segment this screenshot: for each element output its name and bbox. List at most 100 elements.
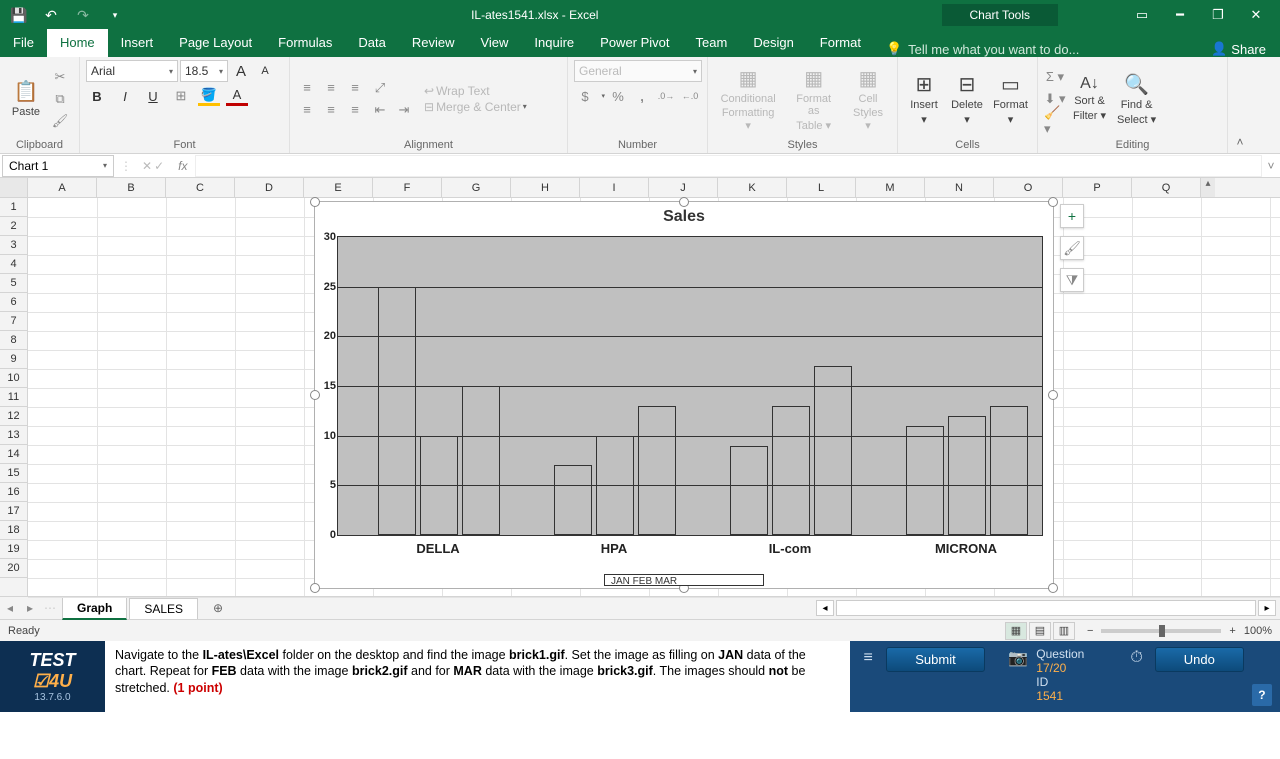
bold-button[interactable]: B xyxy=(86,86,108,106)
minimize-icon[interactable]: ━ xyxy=(1166,1,1194,29)
column-header[interactable]: D xyxy=(235,178,304,197)
hscroll-left-icon[interactable]: ◂ xyxy=(816,600,834,616)
undo-icon[interactable]: ↶ xyxy=(38,2,64,28)
chart-bar[interactable] xyxy=(378,287,416,535)
row-header[interactable]: 17 xyxy=(0,502,27,521)
column-header[interactable]: N xyxy=(925,178,994,197)
column-header[interactable]: K xyxy=(718,178,787,197)
row-header[interactable]: 3 xyxy=(0,236,27,255)
format-painter-icon[interactable]: 🖌 xyxy=(49,111,71,131)
chart-bar[interactable] xyxy=(554,465,592,535)
chart-elements-button[interactable]: + xyxy=(1060,204,1084,228)
row-header[interactable]: 13 xyxy=(0,426,27,445)
row-header[interactable]: 5 xyxy=(0,274,27,293)
page-break-view-icon[interactable]: ▥ xyxy=(1053,622,1075,640)
expand-formula-bar-icon[interactable]: ˅ xyxy=(1262,159,1280,173)
tab-data[interactable]: Data xyxy=(345,29,398,57)
tab-power-pivot[interactable]: Power Pivot xyxy=(587,29,682,57)
scroll-up-icon[interactable]: ▴ xyxy=(1201,178,1215,197)
chart-category-label[interactable]: MICRONA xyxy=(896,535,1036,556)
chart-category-label[interactable]: HPA xyxy=(544,535,684,556)
horizontal-scrollbar[interactable]: ◂ ▸ xyxy=(230,600,1280,616)
menu-icon[interactable]: ≡ xyxy=(858,647,878,669)
delete-cells-button[interactable]: ⊟Delete▾ xyxy=(947,70,987,128)
redo-icon[interactable]: ↷ xyxy=(70,2,96,28)
sort-filter-button[interactable]: A↓Sort &Filter ▾ xyxy=(1069,73,1110,124)
sheet-nav-last-icon[interactable]: ▸ xyxy=(20,601,40,615)
row-header[interactable]: 19 xyxy=(0,540,27,559)
tab-view[interactable]: View xyxy=(467,29,521,57)
help-button[interactable]: ? xyxy=(1252,684,1272,706)
chart-bar[interactable] xyxy=(462,386,500,535)
paste-button[interactable]: 📋 Paste xyxy=(6,77,46,120)
chart-bar[interactable] xyxy=(814,366,852,535)
timer-icon[interactable]: ⏱ xyxy=(1126,647,1146,669)
format-cells-button[interactable]: ▭Format▾ xyxy=(990,70,1031,128)
sheet-nav-first-icon[interactable]: ◂ xyxy=(0,601,20,615)
insert-cells-button[interactable]: ⊞Insert▾ xyxy=(904,70,944,128)
chart-y-axis[interactable]: 051015202530 xyxy=(320,237,336,535)
row-header[interactable]: 16 xyxy=(0,483,27,502)
hscroll-right-icon[interactable]: ▸ xyxy=(1258,600,1276,616)
tab-design[interactable]: Design xyxy=(740,29,806,57)
zoom-out-icon[interactable]: − xyxy=(1087,625,1093,637)
zoom-level-label[interactable]: 100% xyxy=(1244,625,1272,637)
ribbon-display-icon[interactable]: ▭ xyxy=(1128,1,1156,29)
share-button[interactable]: 👤 Share xyxy=(1197,41,1280,57)
hscroll-track[interactable] xyxy=(836,600,1256,616)
name-box[interactable]: Chart 1▾ xyxy=(2,155,114,177)
column-header[interactable]: H xyxy=(511,178,580,197)
chart-plot-area[interactable]: 051015202530 DELLAHPAIL-comMICRONA xyxy=(337,236,1043,536)
row-header[interactable]: 15 xyxy=(0,464,27,483)
camera-icon[interactable]: 📷 xyxy=(1008,647,1028,669)
new-sheet-button[interactable]: ⊕ xyxy=(206,601,230,615)
font-color-icon[interactable]: A xyxy=(226,86,248,106)
row-header[interactable]: 11 xyxy=(0,388,27,407)
row-header[interactable]: 8 xyxy=(0,331,27,350)
chart-category-label[interactable]: IL-com xyxy=(720,535,860,556)
sheet-nav-more-icon[interactable]: ⋯ xyxy=(40,601,60,615)
submit-button[interactable]: Submit xyxy=(886,647,984,672)
tab-home[interactable]: Home xyxy=(47,29,108,57)
chart-styles-button[interactable]: 🖌 xyxy=(1060,236,1084,260)
row-header[interactable]: 9 xyxy=(0,350,27,369)
sheet-tab-sales[interactable]: SALES xyxy=(129,598,198,619)
grow-font-icon[interactable]: A xyxy=(230,61,252,81)
chart-bar[interactable] xyxy=(730,446,768,535)
column-header[interactable]: F xyxy=(373,178,442,197)
cut-icon[interactable]: ✂ xyxy=(49,67,71,87)
qat-customize-icon[interactable]: ▾ xyxy=(102,2,128,28)
tab-formulas[interactable]: Formulas xyxy=(265,29,345,57)
column-header[interactable]: J xyxy=(649,178,718,197)
zoom-in-icon[interactable]: + xyxy=(1229,625,1235,637)
chart-object[interactable]: Sales 051015202530 DELLAHPAIL-comMICRONA… xyxy=(314,201,1054,589)
select-all-button[interactable] xyxy=(0,178,28,197)
cells-area[interactable]: Sales 051015202530 DELLAHPAIL-comMICRONA… xyxy=(28,198,1280,596)
chart-bar[interactable] xyxy=(990,406,1028,535)
tab-inquire[interactable]: Inquire xyxy=(521,29,587,57)
row-header[interactable]: 20 xyxy=(0,559,27,578)
sheet-tab-graph[interactable]: Graph xyxy=(62,597,127,620)
autosum-icon[interactable]: Σ ▾ xyxy=(1044,67,1066,87)
column-header[interactable]: L xyxy=(787,178,856,197)
row-header[interactable]: 2 xyxy=(0,217,27,236)
tell-me-search[interactable]: 💡 Tell me what you want to do... xyxy=(874,41,1197,57)
row-header[interactable]: 4 xyxy=(0,255,27,274)
italic-button[interactable]: I xyxy=(114,86,136,106)
tab-review[interactable]: Review xyxy=(399,29,468,57)
zoom-slider[interactable] xyxy=(1101,629,1221,633)
tab-insert[interactable]: Insert xyxy=(108,29,167,57)
undo-button[interactable]: Undo xyxy=(1155,647,1244,672)
close-icon[interactable]: ✕ xyxy=(1242,1,1270,29)
copy-icon[interactable]: ⧉ xyxy=(49,89,71,109)
border-icon[interactable]: ⊞ xyxy=(170,86,192,106)
column-header[interactable]: E xyxy=(304,178,373,197)
row-header[interactable]: 6 xyxy=(0,293,27,312)
fill-color-icon[interactable]: 🪣 xyxy=(198,86,220,106)
row-header[interactable]: 1 xyxy=(0,198,27,217)
find-select-button[interactable]: 🔍Find &Select ▾ xyxy=(1113,70,1160,128)
chart-bar[interactable] xyxy=(906,426,944,535)
column-header[interactable]: A xyxy=(28,178,97,197)
chart-bar[interactable] xyxy=(948,416,986,535)
chart-filters-button[interactable]: ⧩ xyxy=(1060,268,1084,292)
